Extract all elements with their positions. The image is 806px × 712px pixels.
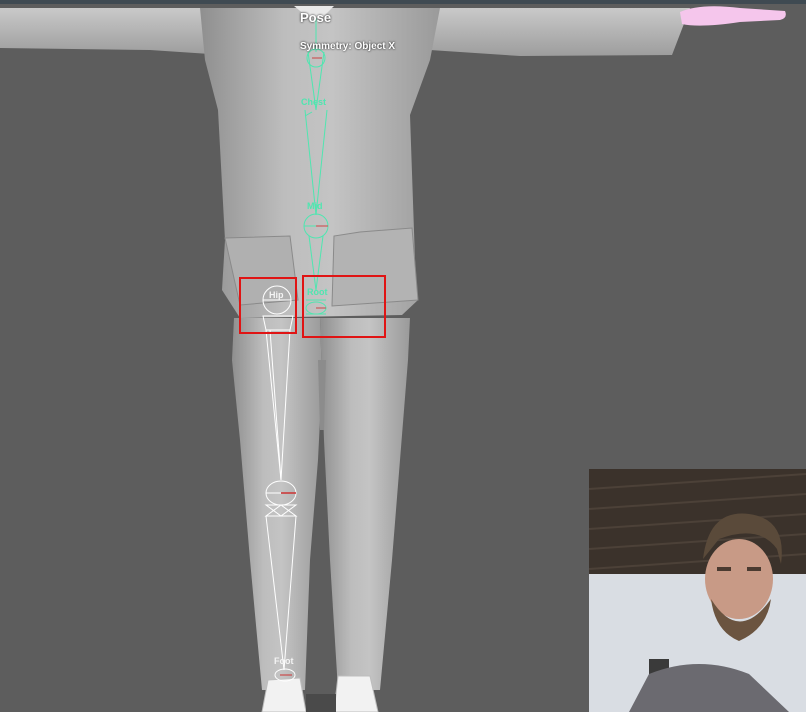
joint-label-foot[interactable]: Foot	[274, 656, 294, 666]
highlight-box-hip	[239, 277, 297, 334]
symmetry-label: Symmetry: Object X	[300, 41, 396, 52]
highlight-box-root	[302, 275, 386, 338]
webcam-image	[589, 469, 806, 712]
webcam-feed	[589, 469, 806, 712]
joint-label-mid[interactable]: Mid	[307, 201, 323, 211]
3d-viewport[interactable]: Pose Symmetry: Object X Chest Mid Root H…	[0, 0, 806, 712]
joint-label-chest[interactable]: Chest	[301, 97, 326, 107]
mode-label: Pose	[300, 10, 332, 25]
